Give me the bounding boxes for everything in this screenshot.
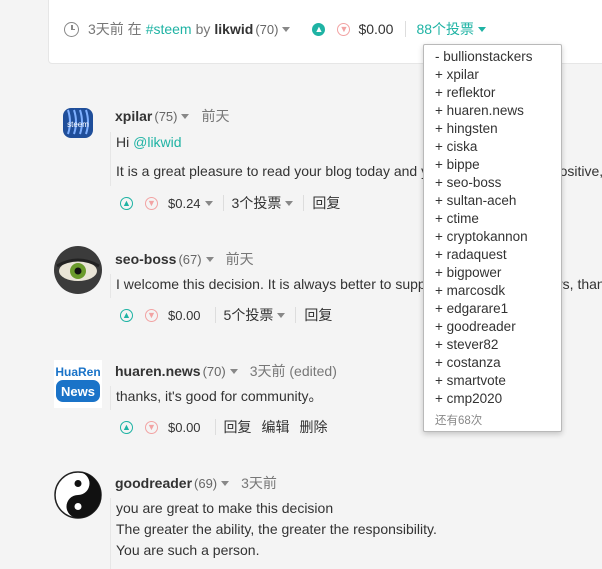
divider — [295, 307, 297, 323]
comment-header: seo-boss (67) 前天 — [115, 249, 254, 269]
post-by: by — [195, 21, 211, 37]
upvote-button[interactable]: ▲ — [120, 420, 133, 434]
votes-dropdown-icon[interactable] — [277, 312, 286, 318]
comment-payout[interactable]: $0.00 — [168, 308, 201, 323]
author-menu-icon[interactable] — [205, 256, 214, 262]
voter-item[interactable]: + marcosdk — [435, 282, 561, 300]
comment-header: huaren.news (70) 3天前 (edited) — [115, 361, 337, 381]
voter-item[interactable]: + bigpower — [435, 264, 561, 282]
comment-text: Hi — [116, 134, 134, 150]
comment-payout[interactable]: $0.00 — [168, 420, 201, 435]
comment-votes-button[interactable]: 3个投票 — [232, 193, 282, 213]
voter-list: - bullionstackers + xpilar + reflektor + hu… — [435, 48, 561, 408]
downvote-button[interactable]: ▼ — [145, 308, 158, 322]
payout-menu-icon[interactable] — [204, 200, 213, 206]
post-author-rep: (70) — [255, 21, 279, 37]
voter-item[interactable]: + radaquest — [435, 246, 561, 264]
avatar-goodreader[interactable] — [54, 471, 102, 519]
voter-item[interactable]: + goodreader — [435, 318, 561, 336]
comment-author-link[interactable]: xpilar — [115, 108, 152, 124]
downvote-button[interactable]: ▼ — [145, 196, 158, 210]
comment-author-link[interactable]: goodreader — [115, 475, 192, 491]
reply-button[interactable]: 回复 — [312, 193, 340, 213]
yin-yang-icon — [54, 471, 102, 519]
reply-button[interactable]: 回复 — [224, 417, 252, 437]
voters-dropdown: - bullionstackers + xpilar + reflektor + hu… — [423, 44, 562, 432]
author-menu-icon[interactable] — [282, 26, 291, 32]
voter-item[interactable]: + ctime — [435, 210, 561, 228]
voter-item[interactable]: + hingsten — [435, 120, 561, 138]
comment-author-rep: (70) — [202, 363, 226, 379]
comment-body: you are great to make this decision The … — [110, 498, 602, 569]
voter-item[interactable]: + costanza — [435, 354, 561, 372]
post-votes-button[interactable]: 88个投票 — [416, 19, 474, 39]
post-footer: 3天前 在 #steem by likwid (70) ▲ ▼ $0.00 88… — [64, 18, 487, 40]
downvote-button[interactable]: ▼ — [145, 420, 158, 434]
post-author-link[interactable]: likwid — [214, 21, 253, 37]
comment-line: you are great to make this decision — [116, 500, 334, 516]
comment-time[interactable]: 3天前 — [241, 473, 277, 493]
comment-line: You are such a person. — [116, 542, 260, 558]
clock-icon — [64, 21, 79, 37]
edit-button[interactable]: 编辑 — [262, 417, 290, 437]
author-menu-icon[interactable] — [221, 480, 230, 486]
voter-item[interactable]: + seo-boss — [435, 174, 561, 192]
post-payout[interactable]: $0.00 — [358, 21, 393, 37]
voter-item[interactable]: + xpilar — [435, 66, 561, 84]
voter-item[interactable]: + bippe — [435, 156, 561, 174]
post-time: 3天前 在 — [88, 21, 142, 37]
comment-author-rep: (67) — [178, 251, 202, 267]
comment-header: goodreader (69) 3天前 — [115, 473, 277, 493]
voter-item[interactable]: + huaren.news — [435, 102, 561, 120]
avatar-text-top: HuaRen — [55, 365, 100, 379]
voter-item[interactable]: + sultan-aceh — [435, 192, 561, 210]
voter-item[interactable]: + cryptokannon — [435, 228, 561, 246]
voter-item[interactable]: + cmp2020 — [435, 390, 561, 408]
svg-text:steem: steem — [67, 120, 89, 129]
divider — [214, 419, 216, 435]
voter-item[interactable]: + edgarare1 — [435, 300, 561, 318]
downvote-button[interactable]: ▼ — [337, 22, 351, 36]
delete-button[interactable]: 删除 — [300, 417, 328, 437]
upvote-button[interactable]: ▲ — [120, 196, 133, 210]
comment-author-rep: (75) — [154, 108, 178, 124]
comment-footer: ▲ ▼ $0.00 回复 编辑 删除 — [120, 417, 328, 437]
reply-button[interactable]: 回复 — [304, 305, 332, 325]
author-menu-icon[interactable] — [229, 368, 238, 374]
votes-dropdown-icon[interactable] — [285, 200, 294, 206]
avatar-huaren-news[interactable]: HuaRen News — [54, 360, 102, 408]
author-menu-icon[interactable] — [181, 113, 190, 119]
comment-time[interactable]: 前天 — [201, 106, 229, 126]
comment-author-link[interactable]: seo-boss — [115, 251, 176, 267]
upvote-button[interactable]: ▲ — [312, 22, 326, 36]
comment-line: The greater the ability, the greater the… — [116, 521, 437, 537]
comment-payout[interactable]: $0.24 — [168, 196, 201, 211]
comment-author-rep: (69) — [194, 475, 218, 491]
voter-item[interactable]: + ciska — [435, 138, 561, 156]
mention-link[interactable]: @likwid — [133, 134, 181, 150]
avatar-seo-boss[interactable] — [54, 246, 102, 294]
post-tag-link[interactable]: #steem — [146, 21, 192, 37]
voter-item[interactable]: + stever82 — [435, 336, 561, 354]
upvote-button[interactable]: ▲ — [120, 308, 133, 322]
comment-author-link[interactable]: huaren.news — [115, 363, 201, 379]
divider — [405, 21, 407, 37]
voter-item[interactable]: + reflektor — [435, 84, 561, 102]
divider — [222, 195, 224, 211]
more-voters-text: 还有68次 — [435, 415, 483, 427]
votes-dropdown-icon[interactable] — [478, 26, 487, 32]
voter-item[interactable]: - bullionstackers — [435, 48, 561, 66]
comment-footer: ▲ ▼ $0.00 5个投票 回复 — [120, 305, 332, 325]
avatar-text-bottom: News — [61, 384, 95, 399]
comment-footer: ▲ ▼ $0.24 3个投票 回复 — [120, 193, 340, 213]
voter-item[interactable]: + smartvote — [435, 372, 561, 390]
comment-header: xpilar (75) 前天 — [115, 106, 229, 126]
comment-time[interactable]: 3天前 (edited) — [250, 361, 337, 381]
divider — [303, 195, 305, 211]
divider — [214, 307, 216, 323]
avatar-xpilar[interactable]: steem — [54, 100, 102, 148]
comment-time[interactable]: 前天 — [226, 249, 254, 269]
comment-votes-button[interactable]: 5个投票 — [224, 305, 274, 325]
